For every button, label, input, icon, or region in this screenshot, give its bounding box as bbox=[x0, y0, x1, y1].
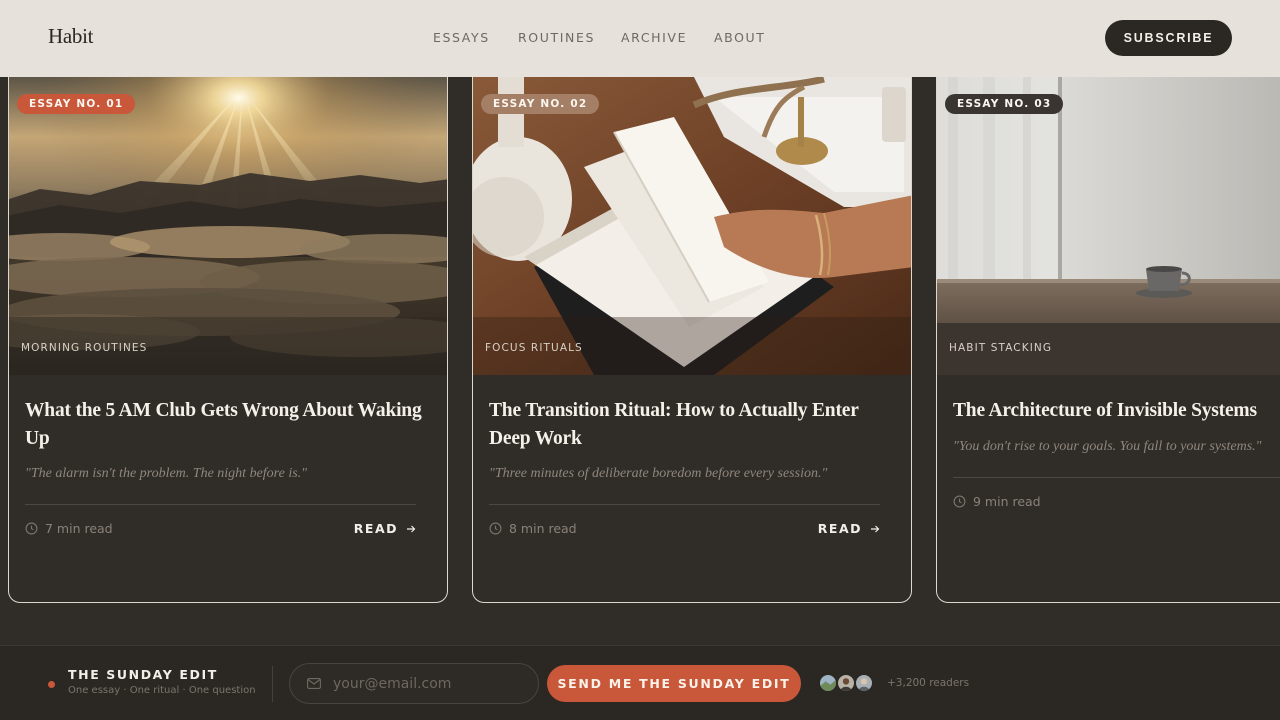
card-category: FOCUS RITUALS bbox=[485, 342, 583, 354]
status-dot bbox=[48, 681, 55, 688]
divider bbox=[272, 666, 273, 702]
essay-number-badge: ESSAY NO. 03 bbox=[945, 94, 1064, 114]
newsletter-title: THE SUNDAY EDIT bbox=[68, 667, 218, 682]
readers-count: +3,200 readers bbox=[887, 677, 970, 689]
mail-icon bbox=[307, 678, 321, 689]
read-time-label: 8 min read bbox=[509, 521, 577, 536]
card-title[interactable]: What the 5 AM Club Gets Wrong About Waki… bbox=[25, 397, 425, 453]
card-divider bbox=[953, 477, 1280, 478]
nav-item-about[interactable]: ABOUT bbox=[714, 30, 766, 45]
read-time: 8 min read bbox=[489, 521, 577, 536]
send-sunday-edit-button[interactable]: SEND ME THE SUNDAY EDIT bbox=[547, 665, 801, 702]
essay-card-1[interactable]: ESSAY NO. 01 MORNING ROUTINES What the 5… bbox=[8, 77, 448, 603]
card-title[interactable]: The Architecture of Invisible Systems bbox=[953, 397, 1280, 425]
site-header: Habit ESSAYS ROUTINES ARCHIVE ABOUT SUBS… bbox=[0, 0, 1280, 77]
read-time-label: 7 min read bbox=[45, 521, 113, 536]
card-quote: "Three minutes of deliberate boredom bef… bbox=[489, 466, 828, 481]
clock-icon bbox=[25, 522, 38, 535]
arrow-right-icon bbox=[406, 524, 416, 534]
clock-icon bbox=[489, 522, 502, 535]
email-input[interactable] bbox=[333, 675, 523, 692]
newsletter-subtitle: One essay · One ritual · One question bbox=[68, 685, 256, 696]
read-label: READ bbox=[817, 521, 862, 536]
card-image-notebook bbox=[473, 77, 911, 375]
read-time-label: 9 min read bbox=[973, 494, 1041, 509]
avatar bbox=[836, 673, 856, 693]
card-divider bbox=[489, 504, 880, 505]
nav-item-archive[interactable]: ARCHIVE bbox=[621, 30, 687, 45]
newsletter-bar: THE SUNDAY EDIT One essay · One ritual ·… bbox=[0, 645, 1280, 720]
essay-number-badge: ESSAY NO. 01 bbox=[17, 94, 136, 114]
card-category: HABIT STACKING bbox=[949, 342, 1053, 354]
read-time: 7 min read bbox=[25, 521, 113, 536]
essay-card-3[interactable]: ESSAY NO. 03 HABIT STACKING The Architec… bbox=[936, 77, 1280, 603]
essay-card-2[interactable]: ESSAY NO. 02 FOCUS RITUALS The Transitio… bbox=[472, 77, 912, 603]
read-time: 9 min read bbox=[953, 494, 1041, 509]
subscribe-button[interactable]: SUBSCRIBE bbox=[1105, 20, 1232, 56]
email-field[interactable] bbox=[289, 663, 539, 704]
card-category: MORNING ROUTINES bbox=[21, 342, 148, 354]
card-quote: "You don't rise to your goals. You fall … bbox=[953, 439, 1262, 454]
site-logo[interactable]: Habit bbox=[48, 24, 93, 49]
avatar bbox=[854, 673, 874, 693]
card-image-sunrise-clouds bbox=[9, 77, 447, 375]
nav-item-routines[interactable]: ROUTINES bbox=[518, 30, 595, 45]
card-image-coffee-table bbox=[937, 77, 1280, 375]
essay-number-badge: ESSAY NO. 02 bbox=[481, 94, 600, 114]
read-button[interactable]: READ bbox=[354, 521, 416, 536]
clock-icon bbox=[953, 495, 966, 508]
reader-avatars bbox=[818, 673, 878, 693]
card-title[interactable]: The Transition Ritual: How to Actually E… bbox=[489, 397, 889, 453]
read-label: READ bbox=[353, 521, 398, 536]
card-divider bbox=[25, 504, 416, 505]
read-button[interactable]: READ bbox=[818, 521, 880, 536]
avatar bbox=[818, 673, 838, 693]
nav-item-essays[interactable]: ESSAYS bbox=[433, 30, 490, 45]
card-quote: "The alarm isn't the problem. The night … bbox=[25, 466, 308, 481]
arrow-right-icon bbox=[870, 524, 880, 534]
